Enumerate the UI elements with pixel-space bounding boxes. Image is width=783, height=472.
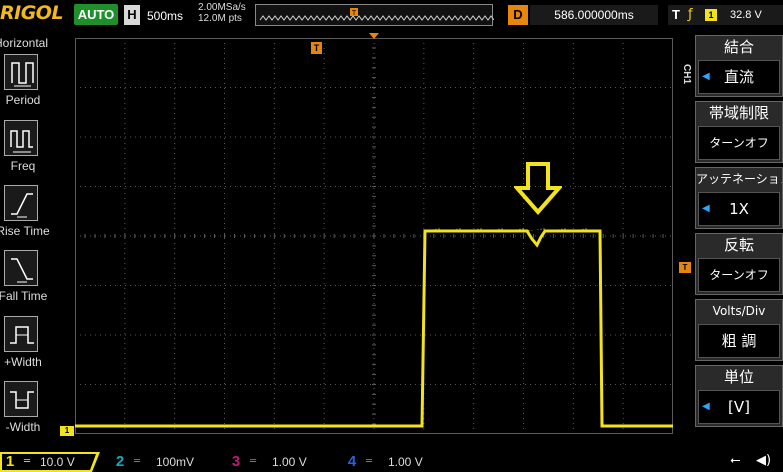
invert-menu[interactable]: 反転 ターンオフ [695,233,783,295]
ch2-number: 2 [115,453,125,470]
coupling-menu[interactable]: 結合 ◀ 直流 [695,35,783,97]
measure-negative-width-button[interactable]: -Width [0,381,50,443]
usb-icon: ⭠ [730,453,741,468]
trigger-level-value: 32.8 V [730,9,762,21]
channel-menu: CH1 結合 ◀直流 帯域制限 ターンオフ アッテネーション ◀1X 反転 ター… [678,32,783,452]
memory-overview-bar[interactable]: T [255,4,494,26]
rising-edge-icon: ƒ [688,7,693,22]
measurement-sidebar: Horizontal Period Freq Rise Time Fall Ti… [0,32,50,452]
negative-width-icon [4,381,38,417]
selector-arrow-icon: ◀ [702,401,710,412]
unit-menu[interactable]: 単位 ◀ [V] [695,365,783,427]
coupling-value[interactable]: ◀ 直流 [698,60,780,94]
coupling-title: 結合 [723,38,754,56]
acquisition-info: 2.00MSa/s 12.0M pts [198,2,246,24]
volts-div-value[interactable]: 粗 調 [698,324,780,358]
brand-logo: RIGOL [0,2,64,24]
bandwidth-limit-menu[interactable]: 帯域制限 ターンオフ [695,101,783,163]
volts-div-title: Volts/Div [712,304,766,318]
measure-positive-width-button[interactable]: +Width [0,316,50,378]
horizontal-badge: H [124,5,140,25]
trigger-position-marker[interactable]: T [311,42,322,54]
attenuation-value[interactable]: ◀ 1X [698,192,780,226]
ch3-tab[interactable]: 3 ═ 1.00 V [226,452,336,472]
memory-trigger-letter: T [352,10,357,17]
ch1-number: 1 [5,453,15,470]
channel-menu-label: CH1 [681,64,692,85]
trigger-source-badge: 1 [705,9,717,21]
memory-depth: 12.0M pts [198,13,242,24]
ch4-number: 4 [347,453,357,470]
ch3-scale: 1.00 V [272,455,307,469]
freq-icon [4,120,38,156]
measure-freq-button[interactable]: Freq [0,120,50,182]
invert-value[interactable]: ターンオフ [698,258,780,292]
fall-time-icon [4,250,38,286]
auto-run-button[interactable]: AUTO [74,4,118,25]
trigger-badge: T [672,7,680,22]
channel-status-bar: 1 ═ 10.0 V 2 ═ 100mV 3 ═ 1.00 V 4 ═ 1.00… [0,452,783,472]
ch4-scale: 1.00 V [388,455,423,469]
selector-arrow-icon: ◀ [702,71,710,82]
volts-div-menu[interactable]: Volts/Div 粗 調 [695,299,783,361]
ch1-tab[interactable]: 1 ═ 10.0 V [0,452,100,472]
horizontal-delay-value[interactable]: 586.000000ms [530,5,658,25]
positive-width-label: +Width [4,355,42,369]
attenuation-title: アッテネーション [696,172,782,186]
down-arrow-annotation-icon [514,162,562,216]
ch1-scale: 10.0 V [40,455,75,469]
measure-fall-time-button[interactable]: Fall Time [0,250,50,312]
top-status-bar: RIGOL AUTO H 500ms 2.00MSa/s 12.0M pts T… [0,0,783,32]
ch1-ground-marker[interactable]: 1 [60,426,74,436]
ch2-scale: 100mV [156,455,195,469]
dc-coupling-icon: ═ [366,456,373,467]
memory-waveform-preview: T [259,8,494,21]
invert-title: 反転 [723,236,754,254]
ch2-tab[interactable]: 2 ═ 100mV [110,452,220,472]
dc-coupling-icon: ═ [134,456,141,467]
dc-coupling-icon: ═ [250,456,257,467]
fall-time-label: Fall Time [0,289,48,303]
period-label: Period [5,93,41,107]
sample-rate: 2.00MSa/s [198,2,246,13]
horizontal-center-marker [369,33,379,39]
bandwidth-limit-title: 帯域制限 [708,104,769,122]
trigger-status[interactable]: T ƒ 1 32.8 V [668,5,783,25]
speaker-icon[interactable]: ◀) [756,453,771,468]
measure-rise-time-button[interactable]: Rise Time [0,185,50,247]
attenuation-menu[interactable]: アッテネーション ◀1X [695,167,783,229]
delay-badge: D [508,5,528,25]
graticule [75,38,673,434]
bandwidth-limit-value[interactable]: ターンオフ [698,126,780,160]
positive-width-icon [4,316,38,352]
measurement-category-title: Horizontal [0,36,49,50]
ch3-number: 3 [231,453,241,470]
dc-coupling-icon: ═ [24,456,31,467]
unit-value[interactable]: ◀ [V] [698,390,780,424]
negative-width-label: -Width [5,420,41,434]
unit-title: 単位 [723,368,754,386]
measure-period-button[interactable]: Period [0,54,50,116]
timebase-value[interactable]: 500ms [147,9,183,23]
ch4-tab[interactable]: 4 ═ 1.00 V [342,452,452,472]
period-icon [4,54,38,90]
selector-arrow-icon: ◀ [702,203,710,214]
waveform-display[interactable] [75,38,673,434]
rise-time-icon [4,185,38,221]
rise-time-label: Rise Time [0,224,50,238]
freq-label: Freq [10,159,36,173]
